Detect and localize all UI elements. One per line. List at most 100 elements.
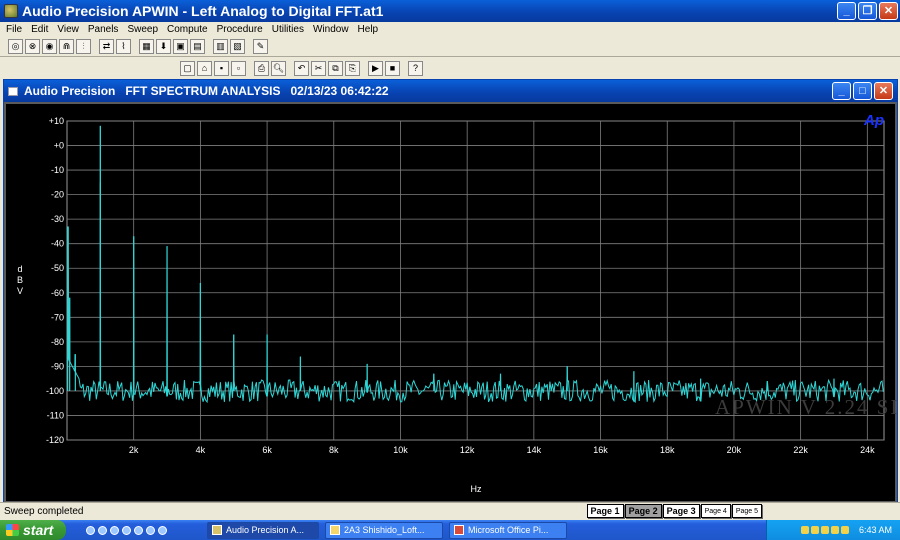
restore-icon[interactable]: ❐ (858, 2, 877, 20)
quicklaunch-firefox-icon[interactable] (134, 525, 143, 535)
toolbar-divider (0, 56, 900, 57)
edit-icon[interactable]: ✎ (253, 38, 268, 54)
start-button[interactable]: start (0, 520, 66, 540)
windows-flag-icon (6, 524, 19, 536)
page-tab-2[interactable]: Page 2 (624, 504, 662, 518)
menu-procedure[interactable]: Procedure (217, 24, 263, 35)
print-preview-icon[interactable]: 🔍︎ (271, 60, 286, 76)
x-tick-label: 2k (129, 445, 139, 455)
bargraph-panel-icon[interactable]: ⫶ (76, 38, 91, 54)
paste-icon[interactable]: ⎘ (345, 60, 360, 76)
copy-icon[interactable]: ⧉ (328, 60, 343, 76)
menu-utilities[interactable]: Utilities (272, 24, 304, 35)
dsp-panel-icon[interactable]: ◉ (42, 38, 57, 54)
close-icon[interactable]: ✕ (879, 2, 898, 20)
quicklaunch-app-icon[interactable] (158, 525, 167, 535)
quicklaunch-desktop-icon[interactable] (122, 525, 131, 535)
page-tab-1[interactable]: Page 1 (586, 504, 624, 518)
document-titlebar[interactable]: Audio Precision FFT SPECTRUM ANALYSIS 02… (4, 80, 897, 102)
document-icon[interactable] (8, 86, 18, 96)
task-apwin-icon (212, 525, 222, 535)
y-tick-label: -50 (51, 263, 64, 273)
y-tick-label: -120 (46, 435, 64, 445)
tray-security-icon[interactable] (810, 526, 819, 534)
sweep-panel-icon[interactable]: ⋒ (59, 38, 74, 54)
file-toolbar: ▢ ⌂ ▪ ▫ ⎙ 🔍︎ ↶ ✂ ⧉ ⎘ ▶ ■ ? (172, 58, 423, 78)
x-tick-label: 24k (860, 445, 875, 455)
x-tick-label: 16k (593, 445, 608, 455)
task-office-picture[interactable]: Microsoft Office Pi... (449, 521, 567, 539)
switcher-icon[interactable]: ⇄ (99, 38, 114, 54)
page-tab-5[interactable]: Page 5 (731, 504, 762, 518)
y-tick-label: -10 (51, 165, 64, 175)
save-icon[interactable]: ▪ (214, 60, 229, 76)
save-all-icon[interactable]: ▫ (231, 60, 246, 76)
menu-edit[interactable]: Edit (31, 24, 48, 35)
tray-volume-icon[interactable] (830, 526, 839, 534)
table-icon[interactable]: ▤ (190, 38, 205, 54)
y-axis-label-letter: B (17, 275, 23, 285)
cut-icon[interactable]: ✂ (311, 60, 326, 76)
compute-icon[interactable]: ▥ (213, 38, 228, 54)
analyzer-panel-icon[interactable]: ⊗ (25, 38, 40, 54)
system-tray: 6:43 AM (766, 520, 900, 540)
settling-icon[interactable]: ⌇ (116, 38, 131, 54)
x-axis-ticks: 2k 4k 6k 8k 10k 12k 14k 16k 18k 20k 22k 24k (129, 445, 875, 455)
doc-minimize-icon[interactable]: _ (832, 82, 851, 100)
quicklaunch-ie-icon[interactable] (86, 525, 95, 535)
graph-icon[interactable]: ▦ (139, 38, 154, 54)
quicklaunch-outlook-icon[interactable] (98, 525, 107, 535)
y-axis-ticks: +10 +0 -10 -20 -30 -40 -50 -60 -70 -80 -90 -100 -110… (46, 116, 64, 445)
task-folder[interactable]: 2A3 Shishido_Loft... (325, 521, 443, 539)
tray-update-icon[interactable] (820, 526, 829, 534)
x-tick-label: 14k (527, 445, 542, 455)
fft-plot-area[interactable]: +10 +0 -10 -20 -30 -40 -50 -60 -70 -80 -90 -100 -110… (6, 104, 895, 501)
print-icon[interactable]: ⎙ (254, 60, 269, 76)
x-axis-label: Hz (471, 484, 482, 494)
window-controls: _ ❐ ✕ (837, 2, 898, 20)
page-tabs: Page 1 Page 2 Page 3 Page 4 Page 5 (586, 504, 762, 518)
page-tab-3[interactable]: Page 3 (662, 504, 700, 518)
app-window: Audio Precision APWIN - Left Analog to D… (0, 0, 900, 540)
help-icon[interactable]: ? (408, 60, 423, 76)
minimize-icon[interactable]: _ (837, 2, 856, 20)
tray-misc-icon[interactable] (840, 526, 849, 534)
fft-trace-line (66, 125, 884, 404)
x-tick-label: 6k (262, 445, 272, 455)
series-trace (66, 125, 884, 404)
doc-maximize-icon[interactable]: □ (853, 82, 872, 100)
quicklaunch-skype-icon[interactable] (146, 525, 155, 535)
status-text: Sweep completed (4, 505, 84, 517)
generator-panel-icon[interactable]: ◎ (8, 38, 23, 54)
run-icon[interactable]: ▶ (368, 60, 383, 76)
x-tick-label: 20k (727, 445, 742, 455)
open-folder-icon[interactable]: ⌂ (197, 60, 212, 76)
y-axis-label: dBV (17, 264, 23, 296)
menu-sweep[interactable]: Sweep (127, 24, 158, 35)
doc-close-icon[interactable]: ✕ (874, 82, 893, 100)
menu-help[interactable]: Help (358, 24, 379, 35)
window-titlebar[interactable]: Audio Precision APWIN - Left Analog to D… (0, 0, 900, 22)
stop-icon[interactable]: ■ (385, 60, 400, 76)
menu-file[interactable]: File (6, 24, 22, 35)
menu-panels[interactable]: Panels (88, 24, 119, 35)
task-audio-precision[interactable]: Audio Precision A... (207, 521, 319, 539)
y-tick-label: -110 (47, 410, 64, 420)
page-tab-4[interactable]: Page 4 (700, 504, 731, 518)
tray-network-icon[interactable] (800, 526, 809, 534)
menu-window[interactable]: Window (313, 24, 349, 35)
menu-view[interactable]: View (57, 24, 79, 35)
print-graph-icon[interactable]: ▧ (230, 38, 245, 54)
menu-compute[interactable]: Compute (167, 24, 208, 35)
status-bar: Sweep completed Page 1 Page 2 Page 3 Pag… (0, 502, 900, 519)
quicklaunch-media-icon[interactable] (110, 525, 119, 535)
apwin-app-icon[interactable] (4, 4, 18, 18)
go-icon[interactable]: ⬇ (156, 38, 171, 54)
window-title: Audio Precision APWIN - Left Analog to D… (22, 3, 384, 19)
undo-icon[interactable]: ↶ (294, 60, 309, 76)
new-file-icon[interactable]: ▢ (180, 60, 195, 76)
y-tick-label: -100 (46, 386, 64, 396)
data-editor-icon[interactable]: ▣ (173, 38, 188, 54)
x-tick-label: 12k (460, 445, 475, 455)
x-tick-label: 8k (329, 445, 339, 455)
